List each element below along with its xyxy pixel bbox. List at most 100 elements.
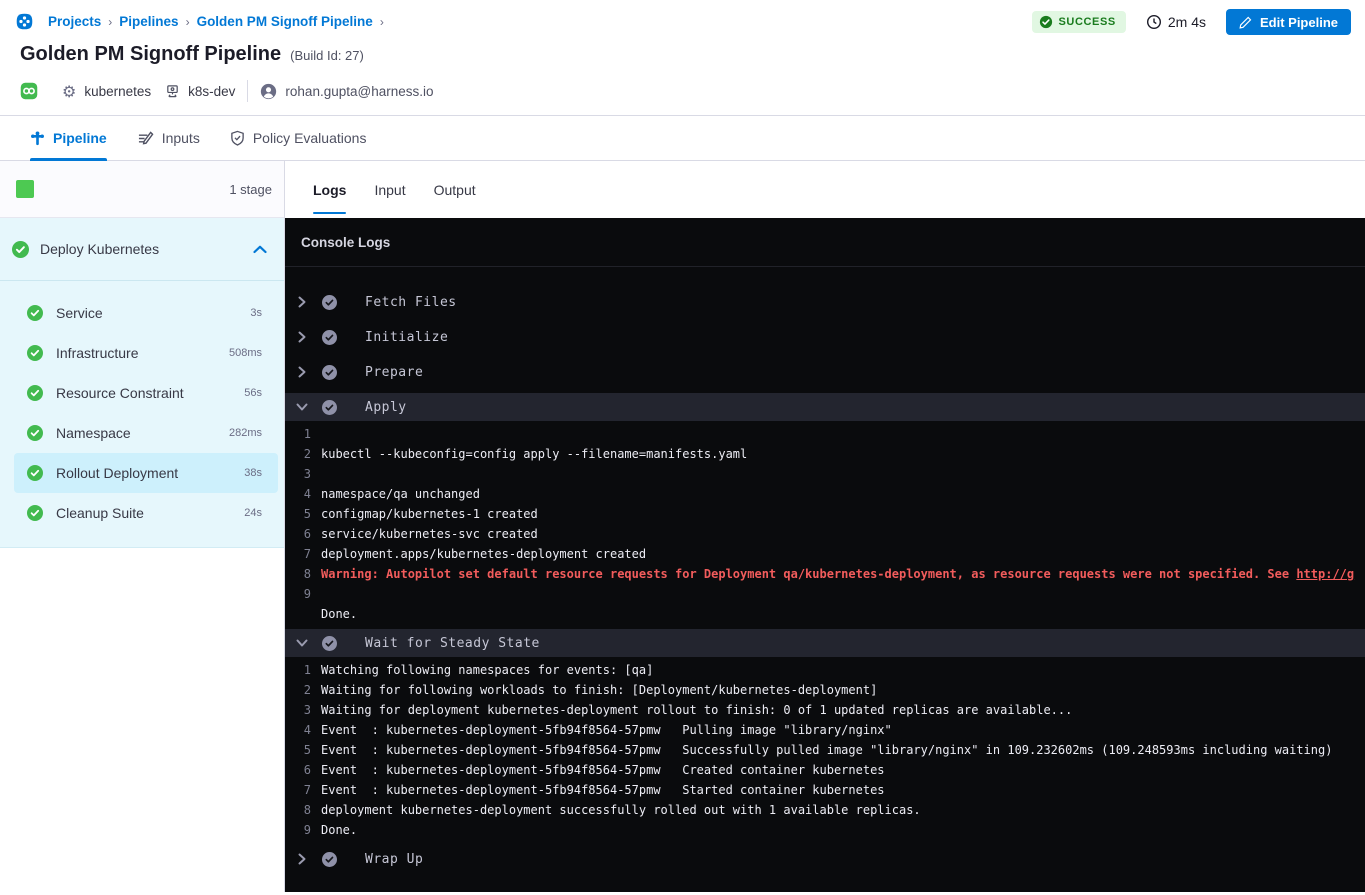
success-check-icon <box>1039 15 1053 29</box>
tab-logs[interactable]: Logs <box>313 161 346 218</box>
line-text: Done. <box>321 823 357 837</box>
stage-name: Deploy Kubernetes <box>40 241 253 257</box>
step-duration: 3s <box>250 307 262 319</box>
log-line: 4 namespace/qa unchanged <box>285 484 1365 504</box>
environment-icon <box>165 84 180 99</box>
duration-display: 2m 4s <box>1146 14 1206 30</box>
inputs-icon <box>137 131 154 146</box>
line-number: 3 <box>298 464 311 484</box>
shield-check-icon <box>230 130 245 146</box>
tab-inputs[interactable]: Inputs <box>137 116 200 160</box>
step-row[interactable]: Cleanup Suite 24s <box>14 493 278 533</box>
log-section-title: Apply <box>365 400 407 415</box>
line-text: Waiting for deployment kubernetes-deploy… <box>321 703 1072 717</box>
chevron-right-icon[interactable] <box>298 853 310 865</box>
line-text: deployment kubernetes-deployment success… <box>321 803 921 817</box>
line-text: service/kubernetes-svc created <box>321 527 538 541</box>
line-number: 4 <box>298 484 311 504</box>
stage-summary-bar: 1 stage <box>0 161 284 218</box>
log-section-header[interactable]: Apply <box>285 393 1365 421</box>
stage-count: 1 stage <box>229 182 272 197</box>
chevron-right-icon[interactable] <box>298 296 310 308</box>
log-line: 4 Event : kubernetes-deployment-5fb94f856… <box>285 720 1365 740</box>
line-number: 8 <box>298 564 311 584</box>
harness-logo-icon[interactable] <box>16 13 33 30</box>
environment-name: k8s-dev <box>188 84 235 99</box>
breadcrumb-pipelines[interactable]: Pipelines <box>119 14 178 29</box>
status-badge: SUCCESS <box>1032 11 1125 33</box>
log-line: 9 <box>285 584 1365 604</box>
step-row[interactable]: Resource Constraint 56s <box>14 373 278 413</box>
stage-status-square[interactable] <box>16 180 34 198</box>
line-text: deployment.apps/kubernetes-deployment cr… <box>321 547 646 561</box>
service-gear-icon: ⚙ <box>62 82 76 101</box>
line-text: Event : kubernetes-deployment-5fb94f8564… <box>321 783 885 797</box>
log-line: 2Waiting for following workloads to fini… <box>285 680 1365 700</box>
log-line: 2kubectl --kubeconfig=config apply --fil… <box>285 444 1365 464</box>
line-number: 7 <box>298 544 311 564</box>
line-number: 3 <box>298 700 311 720</box>
line-number: 6 <box>298 760 311 780</box>
step-label: Service <box>56 305 250 321</box>
console-header: Console Logs <box>285 218 1365 267</box>
tab-pipeline[interactable]: Pipeline <box>30 116 107 160</box>
step-success-icon <box>27 305 43 321</box>
line-number: 5 <box>298 504 311 524</box>
step-success-icon <box>27 465 43 481</box>
log-line: 3 Waiting for deployment kubernetes-deplo… <box>285 700 1365 720</box>
step-row[interactable]: Rollout Deployment 38s <box>14 453 278 493</box>
edit-pipeline-button[interactable]: Edit Pipeline <box>1226 9 1351 35</box>
step-label: Resource Constraint <box>56 385 244 401</box>
console-title: Console Logs <box>301 235 390 250</box>
step-duration: 282ms <box>229 427 262 439</box>
log-section-header[interactable]: Wrap Up <box>285 845 1365 873</box>
line-text: namespace/qa unchanged <box>321 487 480 501</box>
breadcrumb-projects[interactable]: Projects <box>48 14 101 29</box>
step-success-icon <box>27 425 43 441</box>
log-line: 1 <box>285 424 1365 444</box>
breadcrumb-pipeline-name[interactable]: Golden PM Signoff Pipeline <box>197 14 373 29</box>
step-row[interactable]: Service 3s <box>14 293 278 333</box>
chevron-right-icon[interactable] <box>298 366 310 378</box>
step-label: Rollout Deployment <box>56 465 244 481</box>
chevron-up-icon[interactable] <box>253 245 267 254</box>
step-row[interactable]: Infrastructure 508ms <box>14 333 278 373</box>
step-success-icon <box>27 345 43 361</box>
stage-zone: Deploy Kubernetes Service 3s Infrastruct… <box>0 218 284 548</box>
line-text: Event : kubernetes-deployment-5fb94f8564… <box>321 723 892 737</box>
line-text: Event : kubernetes-deployment-5fb94f8564… <box>321 763 885 777</box>
log-section-header[interactable]: Fetch Files <box>285 288 1365 316</box>
tab-input[interactable]: Input <box>374 161 405 218</box>
meta-divider <box>247 80 248 102</box>
log-section-header[interactable]: Wait for Steady State <box>285 629 1365 657</box>
build-id: (Build Id: 27) <box>290 48 364 63</box>
step-duration: 508ms <box>229 347 262 359</box>
line-text: Watching following namespaces for events… <box>321 663 653 677</box>
line-number: 9 <box>298 820 311 840</box>
line-text: kubectl --kubeconfig=config apply --file… <box>321 447 747 461</box>
step-complete-icon <box>322 295 337 310</box>
pipeline-icon <box>30 131 45 146</box>
warning-link[interactable]: http://g <box>1296 567 1354 581</box>
chevron-down-icon[interactable] <box>298 401 310 413</box>
step-complete-icon <box>322 852 337 867</box>
step-label: Namespace <box>56 425 229 441</box>
step-duration: 24s <box>244 507 262 519</box>
chevron-right-icon[interactable] <box>298 331 310 343</box>
line-text: Waiting for following workloads to finis… <box>321 683 877 697</box>
line-number: 4 <box>298 720 311 740</box>
line-number: 1 <box>298 660 311 680</box>
line-text: configmap/kubernetes-1 created <box>321 507 538 521</box>
tab-output[interactable]: Output <box>434 161 476 218</box>
step-row[interactable]: Namespace 282ms <box>14 413 278 453</box>
step-label: Cleanup Suite <box>56 505 244 521</box>
log-section-title: Wait for Steady State <box>365 636 540 651</box>
step-success-icon <box>27 505 43 521</box>
stage-header[interactable]: Deploy Kubernetes <box>0 218 284 281</box>
log-section-header[interactable]: Initialize <box>285 323 1365 351</box>
line-number: 1 <box>298 424 311 444</box>
log-section-header[interactable]: Prepare <box>285 358 1365 386</box>
chevron-down-icon[interactable] <box>298 637 310 649</box>
line-number: 6 <box>298 524 311 544</box>
tab-policy-evaluations[interactable]: Policy Evaluations <box>230 116 367 160</box>
